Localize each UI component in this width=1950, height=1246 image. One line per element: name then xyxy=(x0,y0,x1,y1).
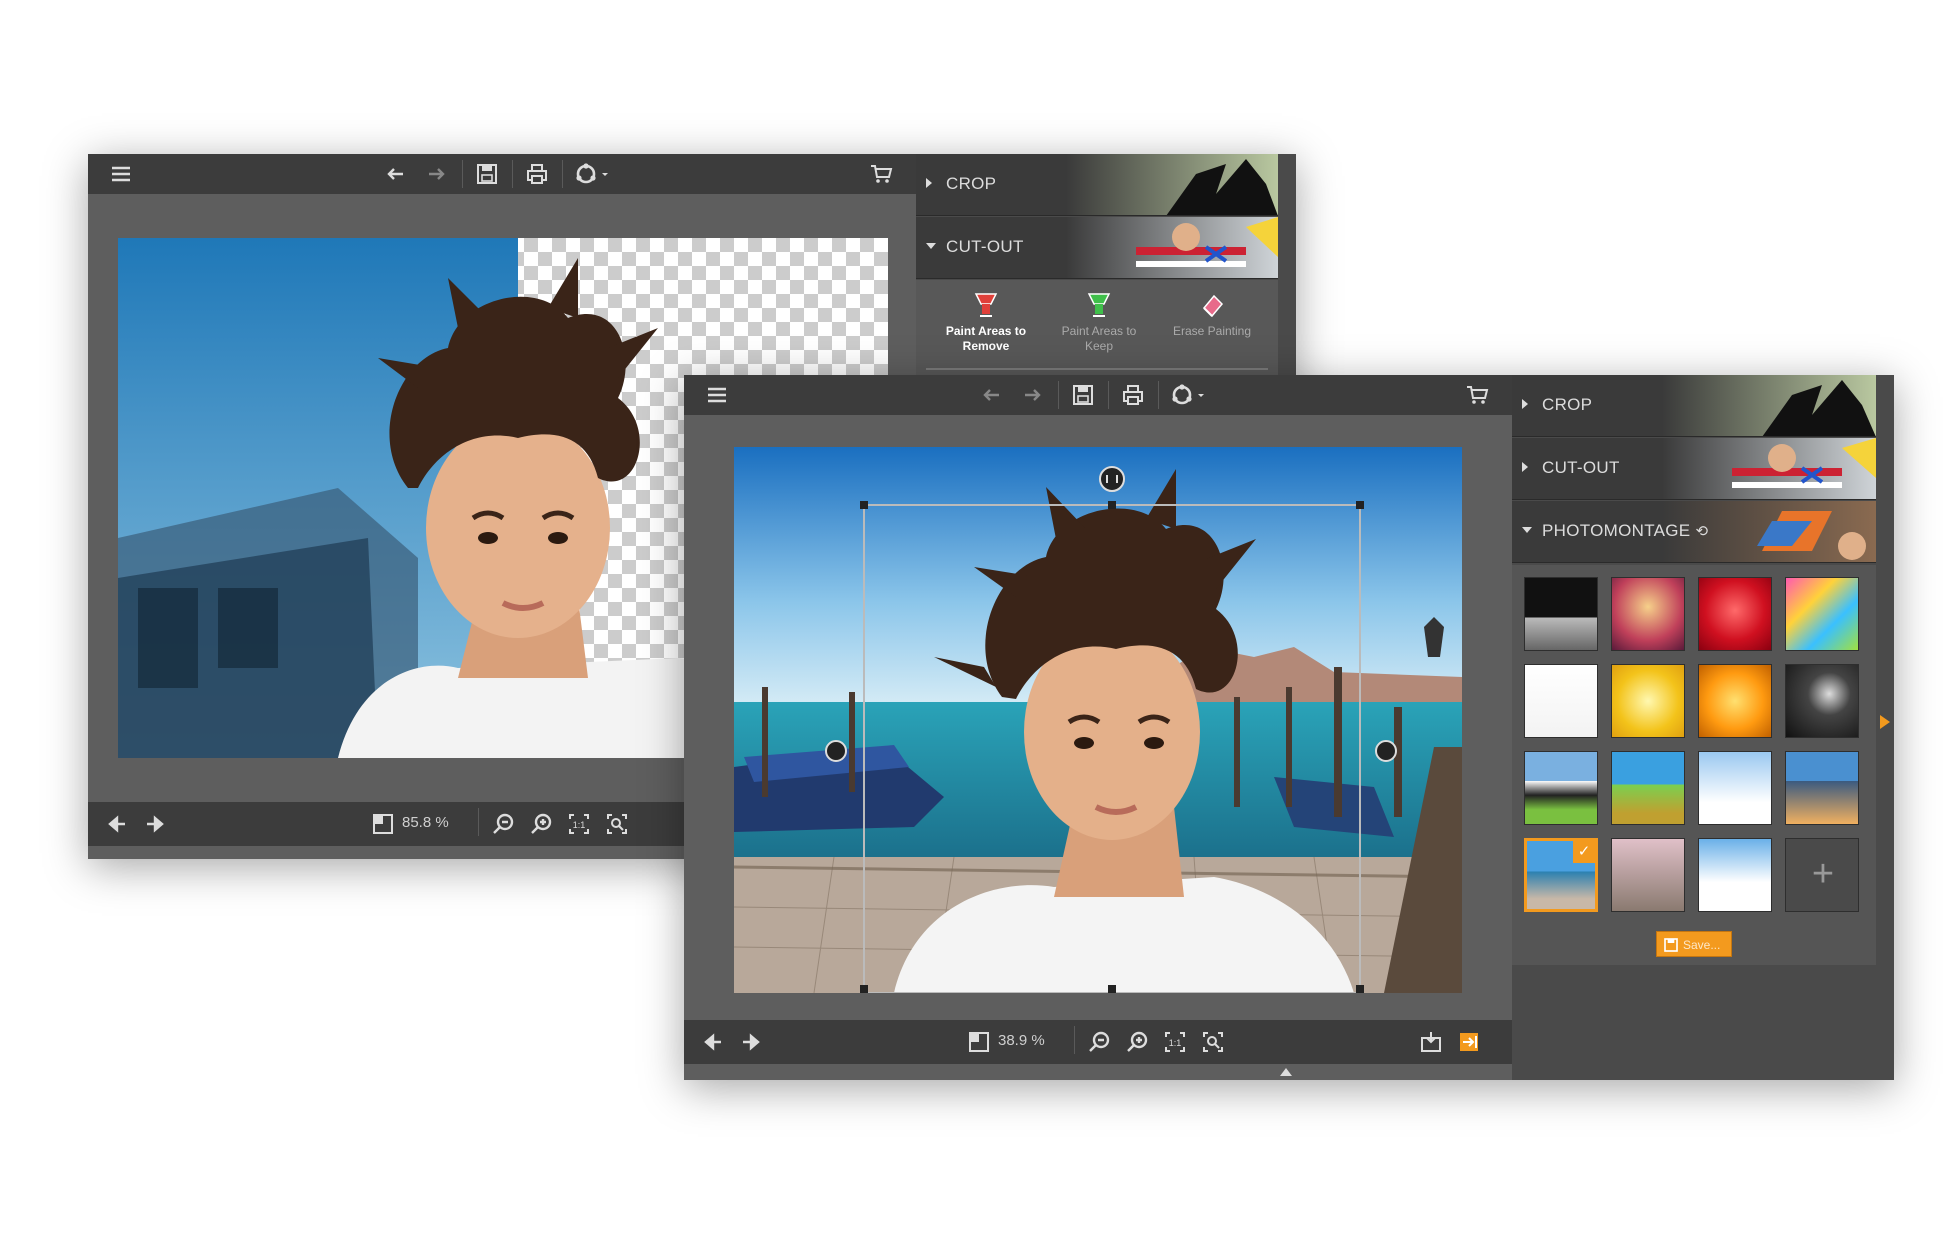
svg-text:1:1: 1:1 xyxy=(573,820,586,830)
cutout-label: CUT-OUT xyxy=(946,237,1024,256)
expand-arrow-icon[interactable] xyxy=(1280,1068,1292,1076)
zoom-level[interactable]: 38.9 % xyxy=(998,1032,1045,1049)
eraser-icon xyxy=(1202,294,1224,318)
cutout-tools: Paint Areas to Remove Paint Areas to Kee… xyxy=(916,280,1278,376)
background-thumb-moon-landscape[interactable] xyxy=(1524,577,1598,651)
share-icon[interactable] xyxy=(574,162,614,186)
front-toolbar xyxy=(684,375,1512,415)
zoom-in-icon[interactable] xyxy=(1124,1030,1150,1054)
cutout-section[interactable]: CUT-OUT xyxy=(916,217,1278,279)
front-editor-window: 38.9 % 1:1 CROP CUT-OUT PHOTOMONTAGE ⟲ ✓… xyxy=(684,375,1894,1080)
selected-check-icon: ✓ xyxy=(1573,841,1595,863)
cart-icon[interactable] xyxy=(1464,383,1490,407)
menu-icon[interactable] xyxy=(704,383,730,407)
fit-window-icon[interactable] xyxy=(966,1030,992,1054)
background-gallery: ✓ + Save... xyxy=(1512,565,1876,965)
undo-icon[interactable] xyxy=(980,383,1006,407)
zoom-fit-icon[interactable] xyxy=(1200,1030,1226,1054)
background-thumb-snowy-trees[interactable] xyxy=(1698,838,1772,912)
save-button[interactable]: Save... xyxy=(1656,931,1732,957)
erase-painting-label: Erase Painting xyxy=(1172,324,1252,338)
red-brush-icon xyxy=(974,293,998,317)
photomontage-section[interactable]: PHOTOMONTAGE ⟲ xyxy=(1512,501,1876,563)
cart-icon[interactable] xyxy=(868,162,894,186)
zoom-fit-icon[interactable] xyxy=(604,812,630,836)
print-icon[interactable] xyxy=(1120,383,1146,407)
background-thumb-green-field[interactable] xyxy=(1611,751,1685,825)
cutout-label: CUT-OUT xyxy=(1542,458,1620,477)
background-thumb-orange-sparkle[interactable] xyxy=(1698,664,1772,738)
redo-icon[interactable] xyxy=(422,162,448,186)
add-background-button[interactable]: + xyxy=(1785,838,1859,912)
back-toolbar xyxy=(88,154,916,194)
erase-painting-tool[interactable]: Erase Painting xyxy=(1162,280,1262,376)
paint-keep-tool[interactable]: Paint Areas to Keep xyxy=(1049,280,1149,376)
background-thumb-cartoon-dog[interactable] xyxy=(1524,664,1598,738)
export-icon[interactable] xyxy=(1456,1030,1482,1054)
save-icon[interactable] xyxy=(1070,383,1096,407)
paint-keep-label: Paint Areas to Keep xyxy=(1061,324,1137,353)
crop-section[interactable]: CROP xyxy=(916,154,1278,216)
front-photo-canvas[interactable] xyxy=(734,447,1462,993)
plus-icon: + xyxy=(1811,853,1835,895)
paint-remove-tool[interactable]: Paint Areas to Remove xyxy=(936,280,1036,376)
background-thumb-golden-burst[interactable] xyxy=(1611,664,1685,738)
actual-size-icon[interactable]: 1:1 xyxy=(566,812,592,836)
redo-icon[interactable] xyxy=(1018,383,1044,407)
background-thumb-comic-speech[interactable] xyxy=(1785,577,1859,651)
svg-text:1:1: 1:1 xyxy=(1169,1038,1182,1048)
background-thumb-dark-lights[interactable] xyxy=(1785,664,1859,738)
prev-arrow-icon[interactable] xyxy=(700,1030,726,1054)
undo-icon[interactable] xyxy=(384,162,410,186)
menu-icon[interactable] xyxy=(108,162,134,186)
actual-size-icon[interactable]: 1:1 xyxy=(1162,1030,1188,1054)
paint-remove-label: Paint Areas to Remove xyxy=(945,324,1027,353)
next-arrow-icon[interactable] xyxy=(142,812,168,836)
background-thumb-heart-sunset[interactable] xyxy=(1611,577,1685,651)
zoom-in-icon[interactable] xyxy=(528,812,554,836)
zoom-out-icon[interactable] xyxy=(1086,1030,1112,1054)
prev-arrow-icon[interactable] xyxy=(104,812,130,836)
zoom-out-icon[interactable] xyxy=(490,812,516,836)
save-button-label: Save... xyxy=(1683,938,1721,952)
crop-label: CROP xyxy=(1542,395,1593,414)
share-icon[interactable] xyxy=(1170,383,1210,407)
import-icon[interactable] xyxy=(1418,1030,1444,1054)
background-thumb-cow[interactable] xyxy=(1524,751,1598,825)
save-icon[interactable] xyxy=(474,162,500,186)
background-thumb-red-heart[interactable] xyxy=(1698,577,1772,651)
zoom-level[interactable]: 85.8 % xyxy=(402,814,449,831)
cutout-section[interactable]: CUT-OUT xyxy=(1512,438,1876,500)
background-thumb-snowman[interactable] xyxy=(1698,751,1772,825)
crop-section[interactable]: CROP xyxy=(1512,375,1876,437)
background-thumb-blossom-path[interactable] xyxy=(1611,838,1685,912)
fit-window-icon[interactable] xyxy=(370,812,396,836)
save-icon xyxy=(1664,938,1678,952)
green-brush-icon xyxy=(1087,293,1111,317)
print-icon[interactable] xyxy=(524,162,550,186)
front-side-panel: CROP CUT-OUT PHOTOMONTAGE ⟲ ✓ + Save... xyxy=(1512,375,1894,1080)
next-arrow-icon[interactable] xyxy=(738,1030,764,1054)
crop-label: CROP xyxy=(946,174,997,193)
background-thumb-venice-canal[interactable]: ✓ xyxy=(1524,838,1598,912)
photomontage-label: PHOTOMONTAGE ⟲ xyxy=(1542,521,1709,540)
background-thumb-city-skyline[interactable] xyxy=(1785,751,1859,825)
front-statusbar: 38.9 % 1:1 xyxy=(684,1020,1512,1064)
panel-collapse-arrow-icon[interactable] xyxy=(1880,715,1890,729)
